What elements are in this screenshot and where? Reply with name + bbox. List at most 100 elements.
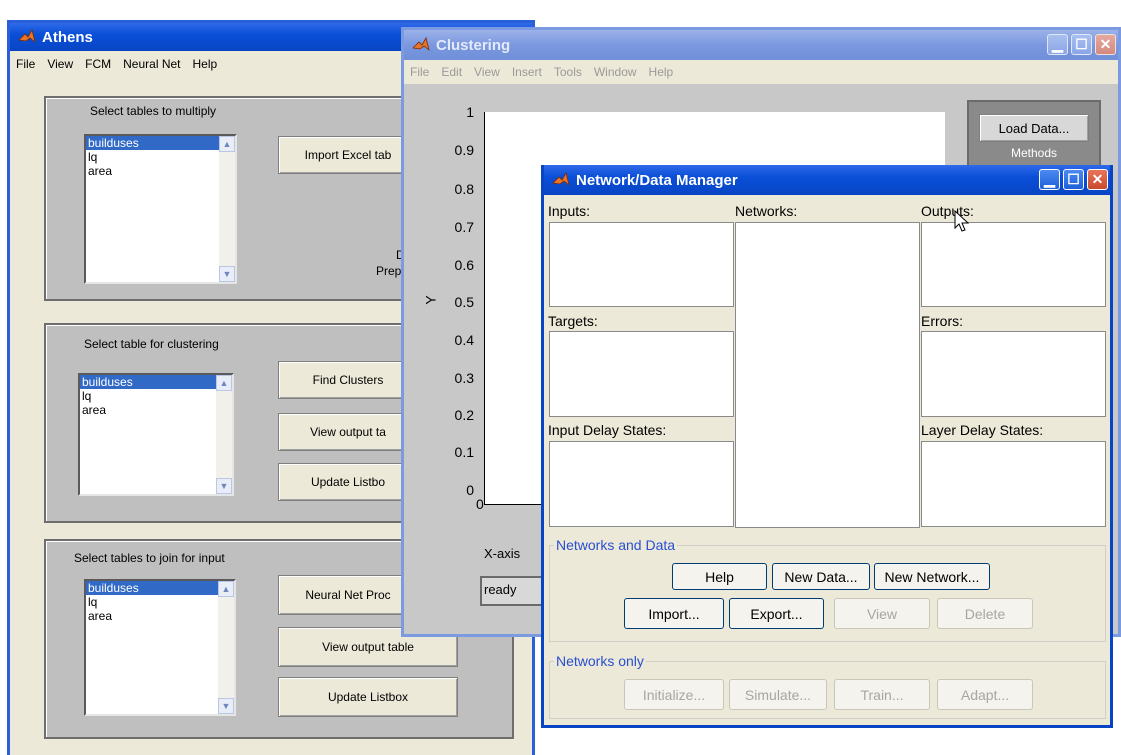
minimize-icon[interactable]: ▁ [1039, 169, 1060, 190]
y-tick: 0.5 [454, 294, 474, 310]
panel-join-title: Select tables to join for input [74, 551, 225, 565]
input-delay-states-label: Input Delay States: [548, 422, 667, 438]
train-button[interactable]: Train... [834, 679, 930, 710]
list-item[interactable]: builduses [86, 581, 234, 595]
clustering-titlebar[interactable]: Clustering ▁ ☐ ✕ [404, 30, 1118, 60]
multiply-listbox[interactable]: builduses lq area ▲ ▼ [84, 134, 237, 284]
list-item[interactable]: area [86, 164, 235, 178]
methods-label: Methods [1010, 146, 1058, 160]
athens-title: Athens [42, 28, 93, 46]
targets-list[interactable] [549, 331, 734, 417]
y-tick: 0.8 [454, 181, 474, 197]
networks-list[interactable] [735, 222, 920, 528]
list-item[interactable]: area [86, 609, 234, 623]
clustering-listbox[interactable]: builduses lq area ▲ ▼ [78, 373, 234, 496]
clustering-menu-window[interactable]: Window [588, 62, 643, 82]
import-button[interactable]: Import... [624, 598, 724, 629]
maximize-icon[interactable]: ☐ [1063, 169, 1084, 190]
manager-title: Network/Data Manager [576, 171, 738, 189]
adapt-button[interactable]: Adapt... [937, 679, 1033, 710]
load-data-button[interactable]: Load Data... [979, 114, 1089, 142]
mouse-pointer-icon [954, 209, 970, 234]
list-item[interactable]: builduses [80, 375, 232, 389]
clustering-title: Clustering [436, 36, 511, 54]
list-item[interactable]: lq [86, 150, 235, 164]
view-output-table-button[interactable]: View output ta [278, 413, 418, 451]
neural-net-process-button[interactable]: Neural Net Proc [278, 575, 418, 615]
y-axis-label: Y [422, 295, 439, 305]
networks-label: Networks: [735, 203, 798, 219]
minimize-icon[interactable]: ▁ [1047, 34, 1068, 55]
clustering-menu-edit[interactable]: Edit [435, 62, 468, 82]
help-button[interactable]: Help [672, 563, 767, 590]
initialize-button[interactable]: Initialize... [624, 679, 724, 710]
errors-label: Errors: [921, 313, 963, 329]
manager-titlebar[interactable]: Network/Data Manager ▁ ☐ ✕ [544, 165, 1110, 195]
scroll-down-icon[interactable]: ▼ [218, 698, 234, 714]
layer-delay-states-label: Layer Delay States: [921, 422, 1044, 438]
list-item[interactable]: lq [86, 595, 234, 609]
list-item[interactable]: lq [80, 389, 232, 403]
join-listbox[interactable]: builduses lq area ▲ ▼ [84, 579, 236, 716]
status-field: ready [480, 576, 550, 606]
athens-menu-file[interactable]: File [10, 54, 41, 74]
clustering-menu-help[interactable]: Help [643, 62, 680, 82]
scroll-up-icon[interactable]: ▲ [218, 581, 234, 597]
panel-multiply-title: Select tables to multiply [90, 104, 217, 118]
scroll-up-icon[interactable]: ▲ [219, 136, 235, 152]
new-data-button[interactable]: New Data... [772, 563, 870, 590]
y-tick: 0.1 [454, 444, 474, 460]
networks-and-data-label: Networks and Data [554, 537, 678, 553]
network-data-manager-window: Network/Data Manager ▁ ☐ ✕ Inputs: Netwo… [541, 165, 1113, 728]
y-tick: 0.3 [454, 370, 474, 386]
clustering-menubar: File Edit View Insert Tools Window Help [404, 60, 1118, 84]
clustering-menu-view[interactable]: View [468, 62, 506, 82]
multiply-scrollbar[interactable]: ▲ ▼ [219, 136, 235, 282]
export-button[interactable]: Export... [729, 598, 824, 629]
new-network-button[interactable]: New Network... [874, 563, 990, 590]
errors-list[interactable] [921, 331, 1106, 417]
layer-delay-states-list[interactable] [921, 441, 1106, 527]
y-tick: 0.2 [454, 407, 474, 423]
list-item[interactable]: builduses [86, 136, 235, 150]
athens-menu-help[interactable]: Help [187, 54, 224, 74]
y-tick: 0.6 [454, 257, 474, 273]
simulate-button[interactable]: Simulate... [729, 679, 827, 710]
outputs-list[interactable] [921, 222, 1106, 307]
x-axis-label: X-axis [484, 546, 521, 561]
maximize-icon[interactable]: ☐ [1071, 34, 1092, 55]
view-button[interactable]: View [834, 598, 930, 629]
close-icon[interactable]: ✕ [1095, 34, 1116, 55]
inputs-label: Inputs: [548, 203, 591, 219]
import-excel-button[interactable]: Import Excel tab [278, 136, 418, 174]
athens-menu-fcm[interactable]: FCM [79, 54, 117, 74]
scroll-down-icon[interactable]: ▼ [216, 478, 232, 494]
update-listbox-button[interactable]: Update Listbo [278, 463, 418, 501]
targets-label: Targets: [548, 313, 598, 329]
matlab-logo-icon [412, 36, 430, 54]
y-tick: 0.7 [454, 219, 474, 235]
y-tick: 0.4 [454, 332, 474, 348]
clustering-scrollbar[interactable]: ▲ ▼ [216, 375, 232, 494]
clustering-menu-tools[interactable]: Tools [548, 62, 588, 82]
x-tick: 0 [476, 496, 484, 512]
find-clusters-button[interactable]: Find Clusters [278, 361, 418, 399]
clustering-menu-insert[interactable]: Insert [506, 62, 548, 82]
delete-button[interactable]: Delete [937, 598, 1033, 629]
list-item[interactable]: area [80, 403, 232, 417]
athens-menu-neural-net[interactable]: Neural Net [117, 54, 186, 74]
scroll-up-icon[interactable]: ▲ [216, 375, 232, 391]
y-tick: 1 [466, 104, 474, 120]
clustering-menu-file[interactable]: File [404, 62, 435, 82]
y-tick: 0.9 [454, 142, 474, 158]
close-icon[interactable]: ✕ [1087, 169, 1108, 190]
athens-menu-view[interactable]: View [41, 54, 79, 74]
matlab-logo-icon [18, 28, 36, 46]
y-tick: 0 [466, 482, 474, 498]
input-delay-states-list[interactable] [549, 441, 734, 527]
matlab-logo-icon [552, 171, 570, 189]
update-listbox-button-2[interactable]: Update Listbox [278, 677, 458, 717]
inputs-list[interactable] [549, 222, 734, 307]
join-scrollbar[interactable]: ▲ ▼ [218, 581, 234, 714]
scroll-down-icon[interactable]: ▼ [219, 266, 235, 282]
